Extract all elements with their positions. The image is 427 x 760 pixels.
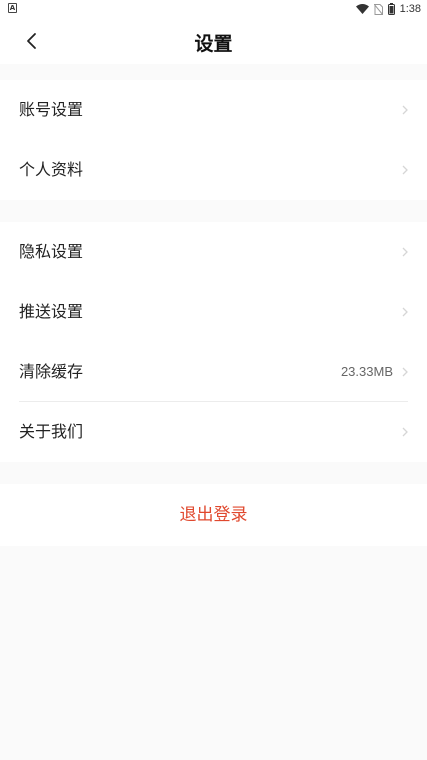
page-title: 设置 [194,33,233,55]
settings-item-label: 账号设置 [19,100,84,119]
settings-group-general: 隐私设置 推送设置 清除缓存 23.33MB 关于我们 [0,222,427,462]
settings-item-account[interactable]: 账号设置 [0,80,427,140]
status-icons: 1:38 [355,2,421,16]
chevron-right-icon [402,247,408,257]
settings-item-privacy[interactable]: 隐私设置 [0,222,427,282]
no-sim-icon [373,3,383,15]
settings-item-label: 清除缓存 [19,362,84,381]
settings-item-push[interactable]: 推送设置 [0,282,427,342]
battery-icon [387,3,395,15]
status-bar: A 1:38 [0,0,427,18]
settings-item-label: 隐私设置 [19,242,84,261]
settings-item-profile[interactable]: 个人资料 [0,140,427,200]
settings-item-label: 推送设置 [19,302,84,321]
app-notification-icon: A [8,3,17,13]
cache-size-value: 23.33MB [340,364,393,379]
logout-button[interactable]: 退出登录 [0,484,427,546]
chevron-right-icon [402,165,408,175]
chevron-right-icon [402,307,408,317]
settings-group-account: 账号设置 个人资料 [0,80,427,200]
settings-item-label: 个人资料 [19,160,84,179]
settings-item-clear-cache[interactable]: 清除缓存 23.33MB [0,342,427,402]
logout-label: 退出登录 [179,505,248,525]
settings-item-about[interactable]: 关于我们 [0,402,427,462]
chevron-right-icon [402,105,408,115]
settings-item-label: 关于我们 [19,422,84,441]
status-time: 1:38 [399,3,421,15]
wifi-icon [355,4,369,14]
chevron-right-icon [402,367,408,377]
chevron-right-icon [402,427,408,437]
header: 设置 [0,18,427,64]
